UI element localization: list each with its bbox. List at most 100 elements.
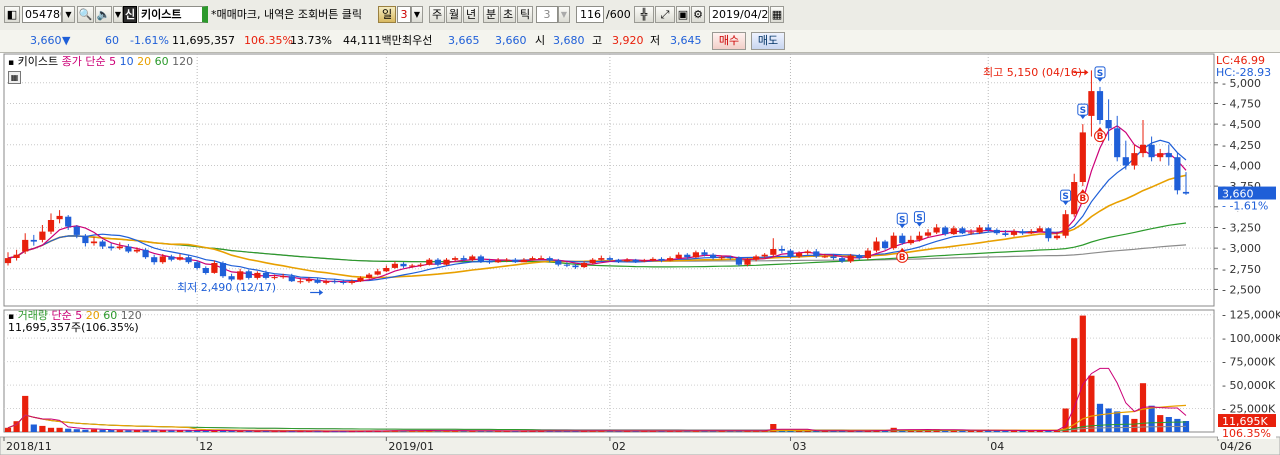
x-tick-label: 12: [199, 440, 213, 453]
candle: [632, 259, 639, 262]
tick-dropdown-icon[interactable]: ▼: [558, 6, 570, 23]
candle: [503, 259, 510, 261]
candle: [486, 261, 493, 263]
candle: [374, 271, 381, 275]
stock-code-input[interactable]: 054780: [22, 6, 62, 23]
period-dropdown-icon[interactable]: ▼: [411, 6, 423, 23]
candle: [366, 274, 373, 278]
settings-gear-icon[interactable]: ⚙: [691, 6, 705, 23]
candle-type-icon[interactable]: ╬: [634, 6, 654, 23]
candle: [847, 255, 854, 262]
high-annotation: 최고 5,150 (04/16): [983, 66, 1083, 79]
candle: [796, 253, 803, 257]
volume-bar: [99, 429, 106, 432]
candle: [727, 257, 734, 259]
code-dropdown-icon[interactable]: ▼: [62, 6, 75, 23]
candle: [916, 235, 923, 240]
price-change: 60: [105, 34, 119, 47]
candle: [778, 249, 785, 251]
candle: [684, 254, 691, 258]
trade-amount: 44,111백만: [343, 34, 402, 47]
credit-badge: 신: [123, 6, 137, 23]
speaker-icon[interactable]: 🔈: [95, 6, 112, 23]
period-month-button[interactable]: 월: [446, 6, 462, 23]
volume-bar: [56, 427, 63, 432]
chart-menu-icon[interactable]: ◧: [4, 6, 20, 23]
count-input[interactable]: 116: [576, 6, 604, 23]
volume-bar: [108, 429, 115, 432]
volume-tick-label: - 25,000K: [1222, 403, 1276, 416]
grid-toggle-icon[interactable]: ▦: [8, 71, 21, 84]
low-label: 저: [650, 34, 661, 47]
ma-type-label: 종가 단순: [61, 55, 106, 68]
candle: [641, 260, 648, 262]
candle: [280, 276, 287, 278]
sell-button[interactable]: 매도: [751, 32, 785, 50]
candle: [598, 258, 605, 260]
save-icon[interactable]: ▣: [676, 6, 690, 23]
candle: [1010, 231, 1018, 235]
candle: [624, 259, 631, 262]
volume-bar: [73, 429, 80, 432]
candle: [202, 268, 209, 273]
candle: [1114, 128, 1121, 158]
speaker-dropdown-icon[interactable]: ▼: [113, 6, 123, 23]
low-price: 3,645: [670, 34, 702, 47]
candle: [331, 281, 338, 283]
buy-button[interactable]: 매수: [712, 32, 746, 50]
period-day-button[interactable]: 일: [378, 6, 396, 23]
price-change-pct: -1.61%: [130, 34, 169, 47]
volume-bar: [90, 429, 98, 432]
candle: [839, 258, 846, 262]
ma120-label: 120: [172, 55, 194, 68]
candle: [830, 256, 837, 259]
period-week-button[interactable]: 주: [429, 6, 445, 23]
candle: [99, 241, 106, 247]
candle: [323, 281, 330, 283]
current-price: 3,660: [30, 34, 62, 47]
volume-bar: [1105, 408, 1112, 432]
count-total: /600: [606, 8, 631, 21]
hc-label: HC:-28.93: [1216, 66, 1272, 79]
period-second-button[interactable]: 초: [500, 6, 516, 23]
sell-signal-label: S: [916, 214, 922, 224]
volume-bar: [1165, 417, 1172, 432]
candle: [305, 279, 313, 282]
volume-bar: [4, 427, 12, 432]
volume-bar: [1157, 415, 1164, 432]
volume-tick-label: - 100,000K: [1222, 332, 1280, 345]
candle: [340, 282, 347, 283]
candle: [770, 249, 777, 255]
candle: [460, 258, 467, 260]
candle: [219, 263, 227, 277]
period-value-input[interactable]: 3: [397, 6, 411, 23]
stock-name-field[interactable]: 키이스트: [138, 6, 208, 23]
candle: [314, 279, 321, 283]
tick-value-input[interactable]: 3: [536, 6, 558, 23]
date-input[interactable]: 2019/04/26: [709, 6, 769, 23]
ma20-label: 20: [137, 55, 152, 68]
candle: [1105, 120, 1112, 129]
compare-icon[interactable]: ⤢: [655, 6, 675, 23]
candle: [735, 258, 742, 265]
candle: [1122, 157, 1129, 166]
candle: [237, 271, 244, 280]
candle: [1139, 144, 1147, 154]
volume-bar: [116, 430, 123, 432]
search-icon[interactable]: 🔍: [77, 6, 94, 23]
candle: [942, 227, 949, 235]
candle: [572, 265, 579, 268]
calendar-icon[interactable]: ▦: [770, 6, 784, 23]
candle: [65, 216, 72, 227]
period-tick-button[interactable]: 틱: [517, 6, 533, 23]
volume-bar: [1122, 415, 1129, 432]
stock-chart[interactable]: 2018/11 12 2019/01 02 03 04 04/26- 5,000- 4,75…: [0, 52, 1280, 455]
sell-signal-label: S: [1097, 69, 1103, 79]
period-minute-button[interactable]: 분: [483, 6, 499, 23]
low-annotation: 최저 2,490 (12/17): [177, 281, 277, 294]
candle: [82, 235, 89, 244]
period-year-button[interactable]: 년: [463, 6, 479, 23]
x-tick-label: 04: [990, 440, 1004, 453]
candle: [1079, 132, 1086, 182]
x-tick-label: 03: [792, 440, 806, 453]
